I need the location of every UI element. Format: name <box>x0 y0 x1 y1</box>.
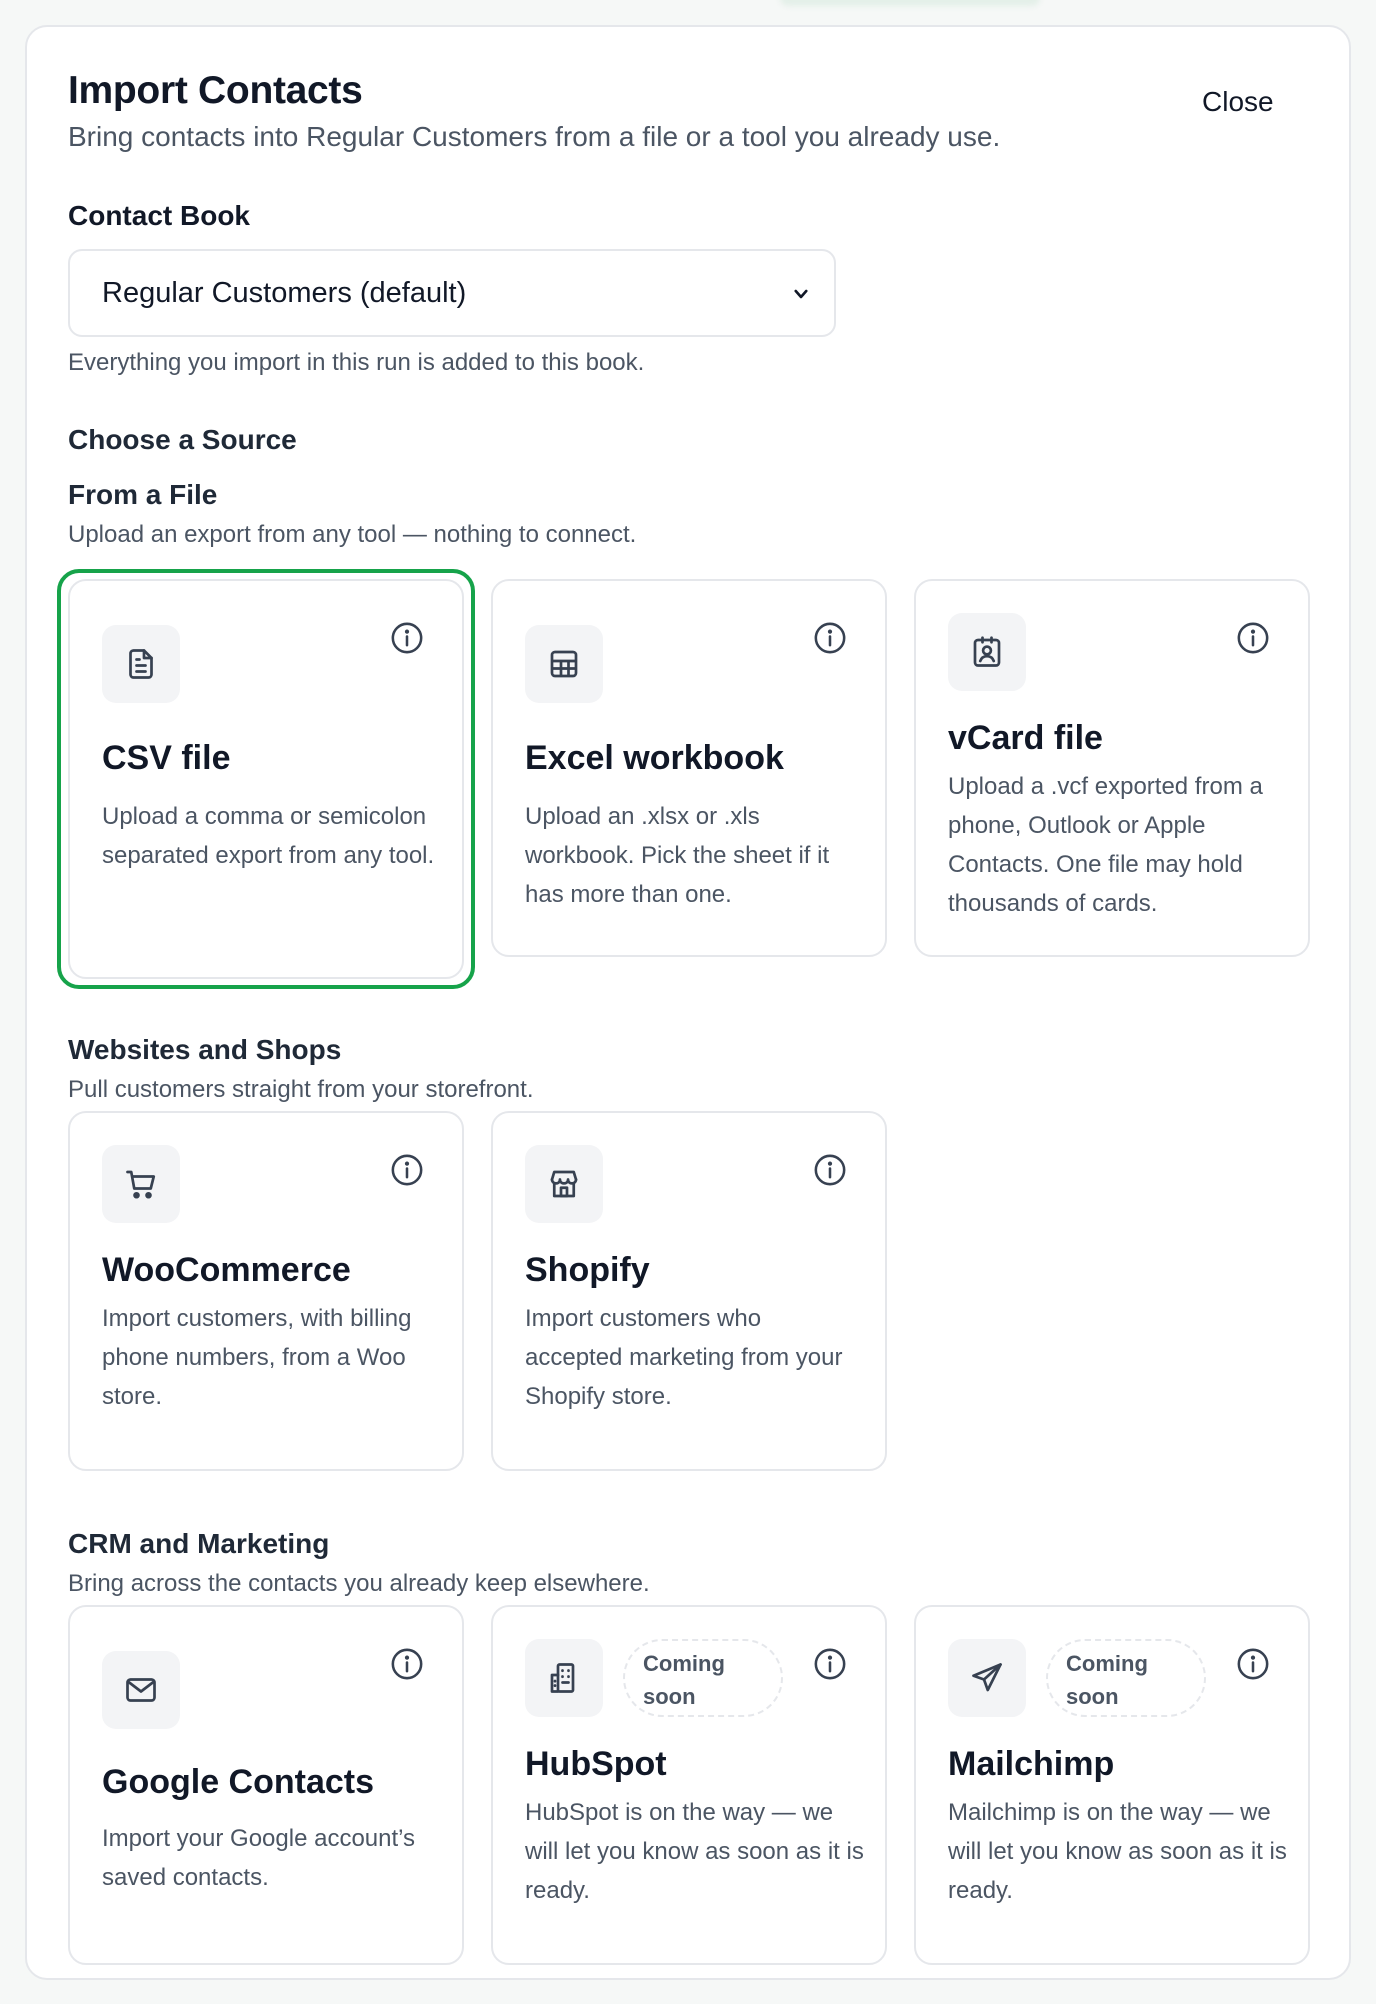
card-description: HubSpot is on the way — we will let you … <box>525 1799 864 1904</box>
card-description: Upload an .xlsx or .xls workbook. Pick t… <box>525 803 830 908</box>
source-card-excel[interactable]: Excel workbook Upload an .xlsx or .xls w… <box>491 579 887 957</box>
info-icon[interactable] <box>813 1153 847 1187</box>
mail-icon <box>102 1651 180 1729</box>
card-title: Mailchimp <box>948 1745 1115 1783</box>
dialog-title: Import Contacts <box>68 69 363 112</box>
coming-soon-badge: Coming soon <box>1046 1639 1206 1717</box>
card-title: HubSpot <box>525 1745 667 1783</box>
info-icon[interactable] <box>390 1153 424 1187</box>
source-card-hubspot[interactable]: Coming soon HubSpot HubSpot is on the wa… <box>491 1605 887 1965</box>
card-description: Upload a .vcf exported from a phone, Out… <box>948 773 1263 917</box>
source-card-woocommerce[interactable]: WooCommerce Import customers, with billi… <box>68 1111 464 1471</box>
close-button[interactable]: Close <box>1190 80 1286 124</box>
dialog-subtitle: Bring contacts into Regular Customers fr… <box>68 121 1001 152</box>
table-icon <box>525 625 603 703</box>
group-title-shops: Websites and Shops <box>68 1034 342 1065</box>
card-title: Shopify <box>525 1251 650 1289</box>
card-description: Mailchimp is on the way — we will let yo… <box>948 1799 1287 1904</box>
contact-book-select[interactable]: Regular Customers (default) <box>68 249 836 337</box>
source-card-mailchimp[interactable]: Coming soon Mailchimp Mailchimp is on th… <box>914 1605 1310 1965</box>
contact-card-icon <box>948 613 1026 691</box>
coming-soon-badge: Coming soon <box>623 1639 783 1717</box>
group-desc-shops: Pull customers straight from your storef… <box>68 1076 534 1103</box>
card-title: Google Contacts <box>102 1763 375 1801</box>
contact-book-hint: Everything you import in this run is add… <box>68 349 645 376</box>
card-title: Excel workbook <box>525 739 784 777</box>
card-description: Upload a comma or semicolon separated ex… <box>102 803 435 869</box>
info-icon[interactable] <box>1236 1647 1270 1681</box>
contact-book-label: Contact Book <box>68 200 250 231</box>
source-card-vcard[interactable]: vCard file Upload a .vcf exported from a… <box>914 579 1310 957</box>
card-description: Import customers who accepted marketing … <box>525 1305 843 1410</box>
card-description: Import your Google account’s saved conta… <box>102 1825 416 1891</box>
import-contacts-dialog: Import Contacts Bring contacts into Regu… <box>25 25 1351 1980</box>
info-icon[interactable] <box>813 1647 847 1681</box>
building-icon <box>525 1639 603 1717</box>
group-desc-crm: Bring across the contacts you already ke… <box>68 1570 650 1597</box>
info-icon[interactable] <box>390 1647 424 1681</box>
card-title: vCard file <box>948 719 1103 757</box>
group-title-crm: CRM and Marketing <box>68 1528 330 1559</box>
source-card-google-contacts[interactable]: Google Contacts Import your Google accou… <box>68 1605 464 1965</box>
contact-book-selected-value: Regular Customers (default) <box>102 276 467 309</box>
document-icon <box>102 625 180 703</box>
store-icon <box>525 1145 603 1223</box>
card-title: WooCommerce <box>102 1251 351 1289</box>
card-title: CSV file <box>102 739 231 777</box>
choose-source-heading: Choose a Source <box>68 424 297 455</box>
source-card-shopify[interactable]: Shopify Import customers who accepted ma… <box>491 1111 887 1471</box>
cart-icon <box>102 1145 180 1223</box>
source-card-csv[interactable]: CSV file Upload a comma or semicolon sep… <box>68 579 464 979</box>
group-desc-file: Upload an export from any tool — nothing… <box>68 521 637 548</box>
info-icon[interactable] <box>813 621 847 655</box>
info-icon[interactable] <box>390 621 424 655</box>
send-icon <box>948 1639 1026 1717</box>
top-glow <box>780 0 1040 6</box>
chevron-down-icon <box>794 289 808 299</box>
info-icon[interactable] <box>1236 621 1270 655</box>
card-description: Import customers, with billing phone num… <box>102 1305 412 1410</box>
group-title-file: From a File <box>68 479 218 510</box>
